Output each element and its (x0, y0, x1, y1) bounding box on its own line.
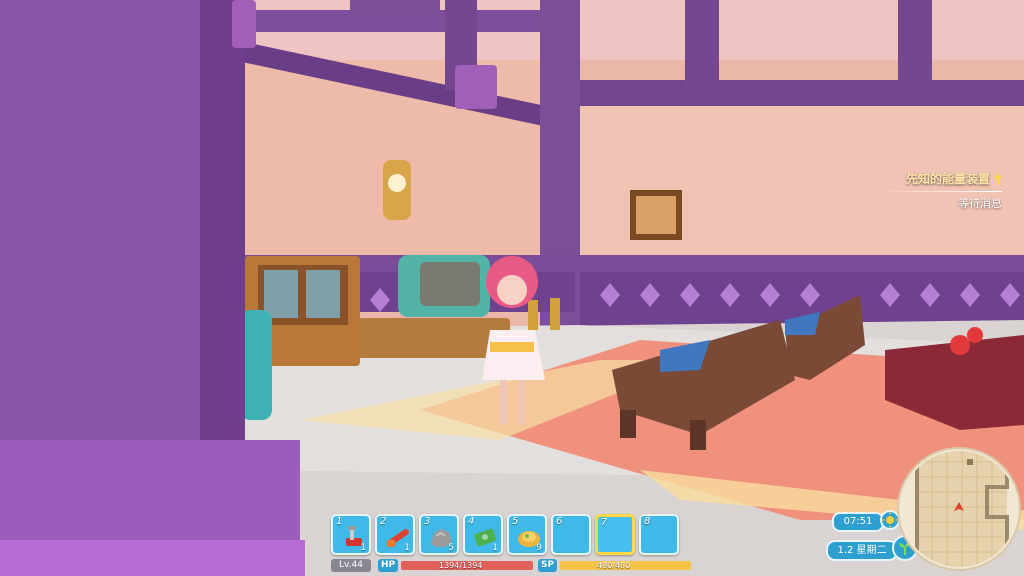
sp-label: SP (538, 559, 558, 572)
hp-label: HP (378, 559, 399, 572)
slot-number: 7 (601, 517, 608, 528)
game-clock: 07:51 (832, 512, 884, 532)
hotbar-slot-8[interactable]: 8 (639, 514, 679, 555)
quest-title-row: 先知的能量装置 (874, 170, 1002, 187)
slot-count: 1 (492, 543, 498, 553)
hotbar: 1 1 2 1 3 5 4 1 5 9 6 7 8 (331, 514, 679, 555)
hotbar-slot-5[interactable]: 5 9 (507, 514, 547, 555)
slot-count: 5 (448, 543, 454, 553)
slot-count: 9 (536, 543, 542, 553)
hotbar-slot-4[interactable]: 4 1 (463, 514, 503, 555)
slot-number: 6 (556, 516, 563, 527)
hotbar-slot-3[interactable]: 3 5 (419, 514, 459, 555)
slot-number: 8 (644, 516, 651, 527)
quest-marker-icon (994, 172, 1002, 185)
game-date: 1.2 星期二 (826, 540, 898, 561)
hotbar-slot-6[interactable]: 6 (551, 514, 591, 555)
quest-status: 等待消息 (958, 197, 1002, 210)
slot-count: 1 (404, 543, 410, 553)
quest-tracker[interactable]: 先知的能量装置 等待消息 (874, 170, 1002, 211)
slot-count: 1 (360, 543, 366, 553)
game-scene (0, 0, 1024, 576)
player-status: Lv.44 HP 1394/1394 SP 480/480 (331, 559, 691, 573)
minimap[interactable] (897, 447, 1021, 571)
quest-divider (874, 191, 1002, 192)
sp-value: 480/480 (597, 561, 631, 570)
hp-value: 1394/1394 (439, 561, 483, 570)
hotbar-slot-7[interactable]: 7 (595, 514, 635, 555)
player-level: Lv.44 (331, 559, 371, 572)
hotbar-slot-2[interactable]: 2 1 (375, 514, 415, 555)
quest-title: 先知的能量装置 (905, 172, 990, 186)
hotbar-slot-1[interactable]: 1 1 (331, 514, 371, 555)
